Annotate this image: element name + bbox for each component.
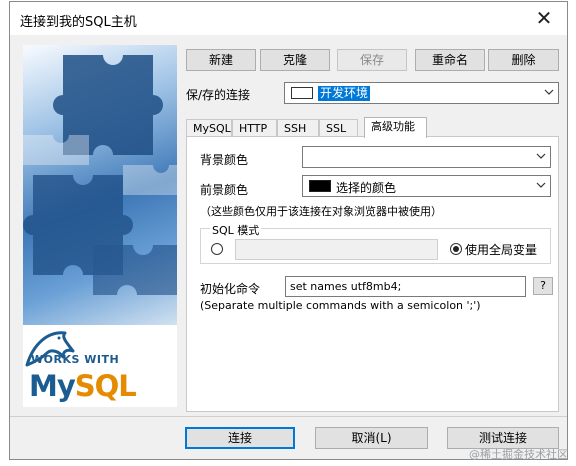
window-title: 连接到我的SQL主机 [20,15,137,30]
sql-mode-global-radio[interactable] [450,243,462,255]
init-command-label: 初始化命令 [200,282,261,296]
delete-button[interactable]: 删除 [488,49,559,71]
works-with-mysql-logo: WORKS WITH MySQL [23,325,177,407]
tab-ssl[interactable]: SSL [319,119,358,137]
footer-divider [10,416,567,417]
tab-ssh[interactable]: SSH [277,119,319,137]
fg-color-label: 前景颜色 [200,183,249,197]
saved-connection-label: 保/存的连接 [186,88,251,102]
color-note: （这些颜色仅用于该连接在对象浏览器中被使用） [200,205,442,218]
rename-button[interactable]: 重命名 [415,49,485,71]
init-command-hint: (Separate multiple commands with a semic… [200,299,481,312]
new-button[interactable]: 新建 [186,49,256,71]
mysql-wordmark: MySQL [29,369,137,403]
works-with-text: WORKS WITH [31,353,120,366]
puzzle-pieces-image [23,55,177,295]
sql-mode-custom-radio[interactable] [211,243,223,255]
fg-color-select[interactable]: 选择的颜色 [302,175,551,197]
saved-connection-value: 开发环境 [318,86,371,101]
advanced-panel: 背景颜色 前景颜色 选择的颜色 （这些颜色仅用于该连接在对象浏览器中被使用） S… [186,136,559,412]
tab-http[interactable]: HTTP [232,119,277,137]
chevron-down-icon [536,182,546,188]
connect-button[interactable]: 连接 [185,427,295,449]
fg-color-swatch [309,180,331,192]
tab-advanced[interactable]: 高级功能 [364,117,427,138]
chevron-down-icon [536,153,546,159]
close-icon[interactable]: ✕ [531,6,557,30]
mysql-wordmark-sql: SQL [74,369,137,403]
tab-mysql[interactable]: MySQL [186,119,232,137]
bg-color-label: 背景颜色 [200,153,249,167]
init-command-input[interactable]: set names utf8mb4; [285,276,526,297]
bg-color-select[interactable] [302,146,551,168]
connection-color-swatch [291,87,313,99]
clone-button[interactable]: 克隆 [260,49,330,71]
sql-mode-global-label: 使用全局变量 [465,243,538,257]
mysql-wordmark-my: My [29,369,76,403]
mysql-banner-image: WORKS WITH MySQL [23,45,177,407]
sql-mode-custom-input[interactable] [235,239,438,260]
title-bar: 连接到我的SQL主机 ✕ [10,2,567,35]
save-button[interactable]: 保存 [337,49,407,71]
fg-color-value: 选择的颜色 [336,181,397,195]
connection-dialog: 连接到我的SQL主机 ✕ WORKS WITH MySQL 新建 克隆 保存 重… [9,1,568,460]
watermark-text: @稀土掘金技术社区 [469,448,568,461]
sql-mode-title: SQL 模式 [210,222,262,238]
saved-connection-select[interactable]: 开发环境 [284,82,559,104]
chevron-down-icon [544,89,554,95]
help-button[interactable]: ? [533,277,553,295]
cancel-button[interactable]: 取消(L) [315,427,428,449]
